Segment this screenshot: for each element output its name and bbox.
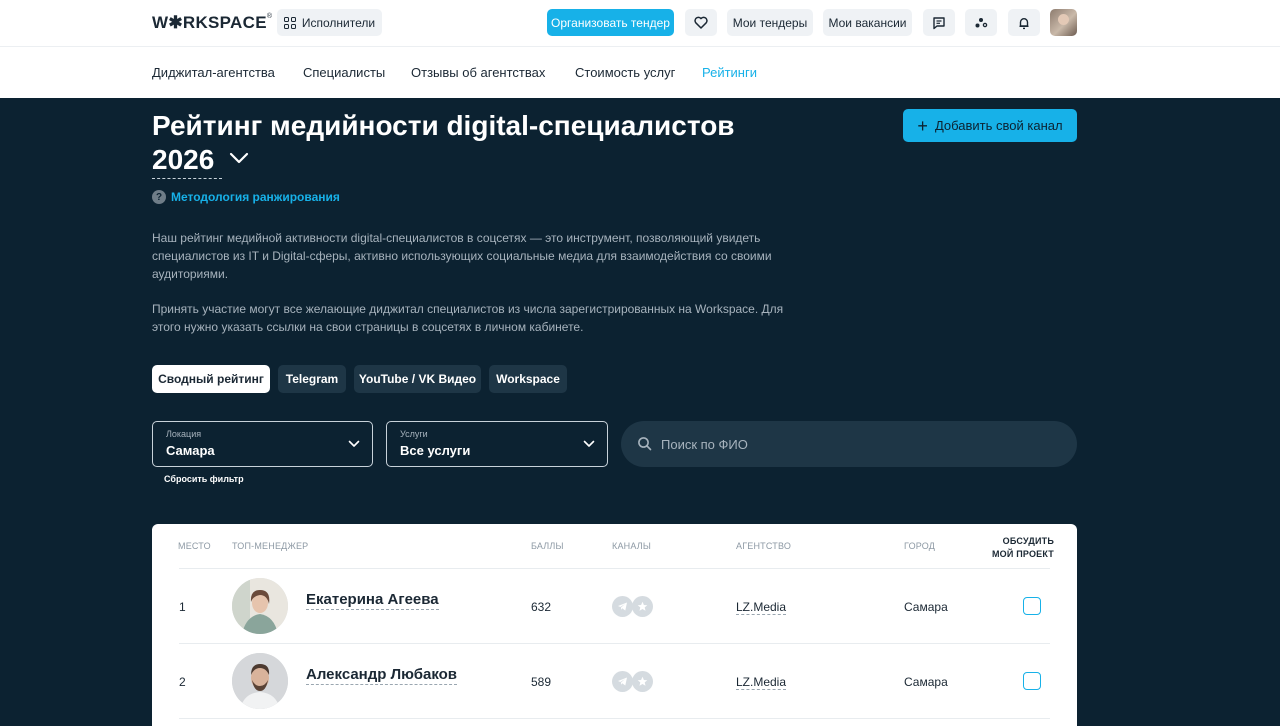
organize-tender-button[interactable]: Организовать тендер — [547, 9, 674, 36]
grid-icon — [283, 16, 296, 29]
header-manager: ТОП-МЕНЕДЖЕР — [232, 541, 309, 551]
favorites-button[interactable] — [685, 9, 717, 36]
add-channel-label: Добавить свой канал — [934, 118, 1063, 133]
agency-link[interactable]: LZ.Media — [736, 675, 787, 690]
location-select[interactable]: Локация Самара — [152, 421, 373, 467]
my-vacancies-button[interactable]: Мои вакансии — [823, 9, 912, 36]
rating-table: МЕСТО ТОП-МЕНЕДЖЕР БАЛЛЫ КАНАЛЫ АГЕНТСТВ… — [152, 524, 1077, 726]
my-tenders-button[interactable]: Мои тендеры — [727, 9, 813, 36]
chevron-down-icon — [583, 440, 595, 447]
row-city: Самара — [904, 600, 948, 614]
divider — [179, 718, 1050, 719]
notifications-button[interactable] — [1008, 9, 1040, 36]
row-score: 632 — [531, 600, 552, 614]
header-channels: КАНАЛЫ — [612, 541, 652, 551]
channels — [612, 596, 653, 617]
workspace-star-icon[interactable] — [632, 671, 653, 692]
table-row: 2 Александр Любаков 589 LZ.Media Самара — [152, 644, 1077, 718]
message-icon — [933, 16, 945, 29]
row-place: 2 — [179, 675, 186, 689]
add-channel-button[interactable]: + Добавить свой канал — [903, 109, 1077, 142]
network-icon — [975, 17, 988, 27]
bell-icon — [1019, 17, 1029, 29]
chevron-down-icon — [348, 440, 360, 447]
tab-workspace[interactable]: Workspace — [489, 365, 567, 393]
workspace-star-icon[interactable] — [632, 596, 653, 617]
methodology-link[interactable]: ? Методология ранжирования — [152, 190, 340, 204]
chevron-down-icon[interactable] — [229, 151, 249, 165]
plus-icon: + — [917, 115, 928, 136]
specialist-name-link[interactable]: Александр Любаков — [306, 666, 458, 685]
section-nav: Диджитал-агентства Специалисты Отзывы об… — [0, 47, 1280, 98]
tab-youtube-vk[interactable]: YouTube / VK Видео — [354, 365, 481, 393]
year-selector[interactable]: 2026 — [152, 143, 222, 179]
search-icon — [638, 437, 652, 451]
search-input[interactable] — [661, 433, 1051, 455]
nav-service-prices[interactable]: Стоимость услуг — [575, 65, 675, 80]
header-place: МЕСТО — [178, 541, 211, 551]
agency-link[interactable]: LZ.Media — [736, 600, 787, 615]
question-icon: ? — [152, 190, 166, 204]
heart-icon — [694, 16, 708, 29]
avatar[interactable] — [232, 653, 288, 709]
top-bar: W✱RKSPACE® Исполнители Организовать тенд… — [0, 0, 1280, 47]
name-search[interactable] — [621, 421, 1077, 467]
nav-digital-agencies[interactable]: Диджитал-агентства — [152, 65, 275, 80]
tab-telegram[interactable]: Telegram — [278, 365, 346, 393]
location-value: Самара — [166, 443, 215, 458]
workspace-logo[interactable]: W✱RKSPACE® — [152, 13, 272, 33]
telegram-icon[interactable] — [612, 596, 633, 617]
nav-specialists[interactable]: Специалисты — [303, 65, 385, 80]
reset-filter-link[interactable]: Сбросить фильтр — [164, 474, 244, 484]
messages-button[interactable] — [923, 9, 955, 36]
participation-paragraph: Принять участие могут все желающие диджи… — [152, 302, 784, 334]
methodology-label: Методология ранжирования — [171, 190, 340, 204]
discuss-checkbox[interactable] — [1023, 672, 1041, 690]
nav-ratings[interactable]: Рейтинги — [702, 65, 757, 80]
description-paragraph: Наш рейтинг медийной активности digital-… — [152, 231, 772, 281]
row-score: 589 — [531, 675, 552, 689]
location-label: Локация — [166, 429, 202, 439]
services-select[interactable]: Услуги Все услуги — [386, 421, 608, 467]
tab-summary-rating[interactable]: Сводный рейтинг — [152, 365, 270, 393]
header-discuss: ОБСУДИТЬ МОЙ ПРОЕКТ — [991, 536, 1054, 559]
header-score: БАЛЛЫ — [531, 541, 564, 551]
specialist-name-link[interactable]: Екатерина Агеева — [306, 591, 439, 610]
performers-label: Исполнители — [301, 15, 376, 30]
avatar[interactable] — [232, 578, 288, 634]
nav-agency-reviews[interactable]: Отзывы об агентствах — [411, 65, 545, 80]
channels — [612, 671, 653, 692]
user-avatar[interactable] — [1050, 9, 1077, 36]
page-title: Рейтинг медийности digital-специалистов — [152, 110, 735, 141]
telegram-icon[interactable] — [612, 671, 633, 692]
services-value: Все услуги — [400, 443, 471, 458]
row-city: Самара — [904, 675, 948, 689]
header-agency: АГЕНТСТВО — [736, 541, 792, 551]
performers-button[interactable]: Исполнители — [277, 9, 382, 36]
header-city: ГОРОД — [904, 541, 936, 551]
table-row: 1 Екатерина Агеева 632 LZ.Media Самара — [152, 569, 1077, 643]
row-place: 1 — [179, 600, 186, 614]
discuss-checkbox[interactable] — [1023, 597, 1041, 615]
services-label: Услуги — [400, 429, 428, 439]
ratings-button[interactable] — [965, 9, 997, 36]
